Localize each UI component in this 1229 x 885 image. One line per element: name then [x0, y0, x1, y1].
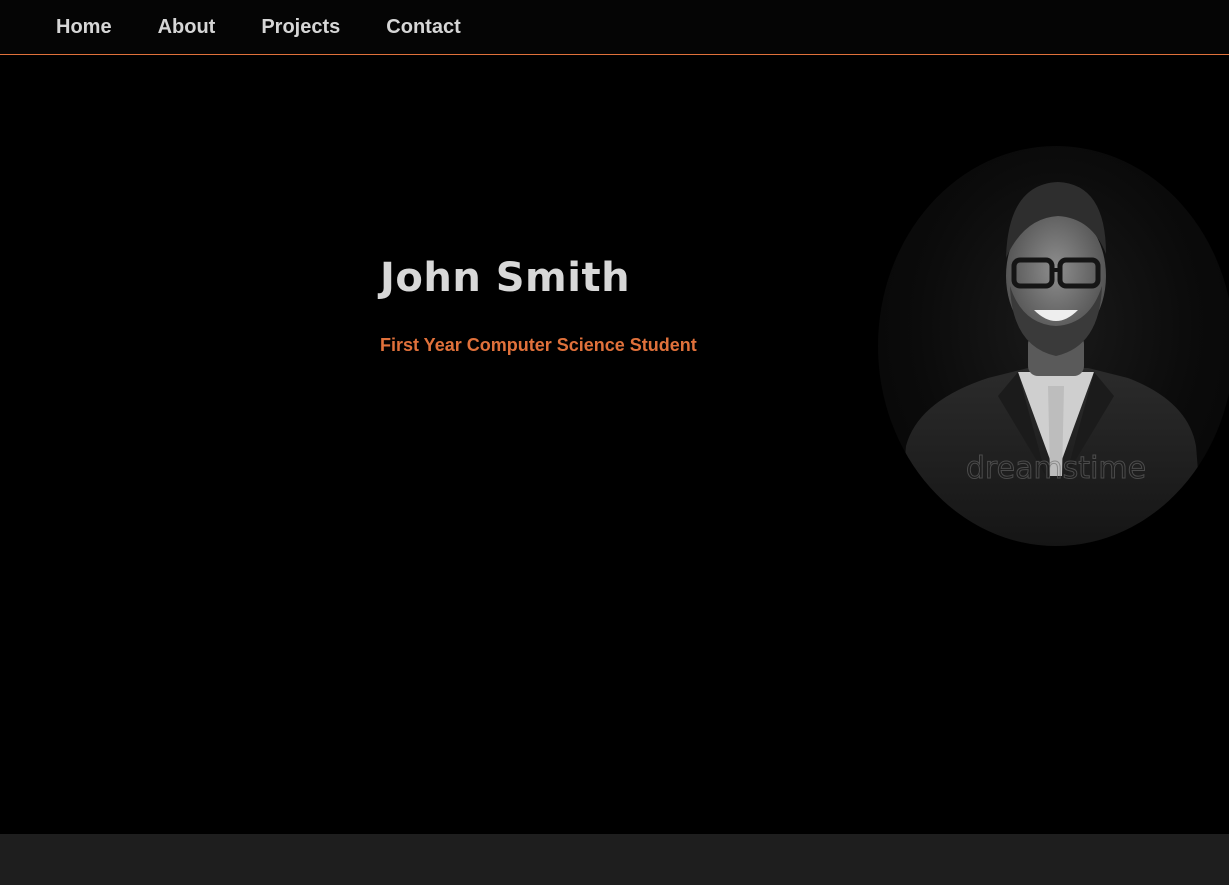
nav-link-contact[interactable]: Contact — [386, 16, 460, 38]
hero-name: John Smith — [380, 255, 631, 301]
page-footer — [0, 834, 1229, 885]
nav-link-projects[interactable]: Projects — [261, 16, 340, 38]
nav-link-home[interactable]: Home — [56, 16, 112, 38]
watermark-text: dreamstime — [966, 451, 1146, 486]
nav-list: Home About Projects Contact — [56, 0, 507, 55]
hero-section: John Smith First Year Computer Science S… — [0, 56, 1229, 834]
profile-photo-illustration: dreamstime — [898, 182, 1204, 546]
profile-photo: dreamstime — [878, 146, 1229, 546]
hero-subtitle: First Year Computer Science Student — [380, 335, 697, 355]
nav-link-about[interactable]: About — [158, 16, 216, 38]
top-navigation-bar: Home About Projects Contact — [0, 0, 1229, 55]
